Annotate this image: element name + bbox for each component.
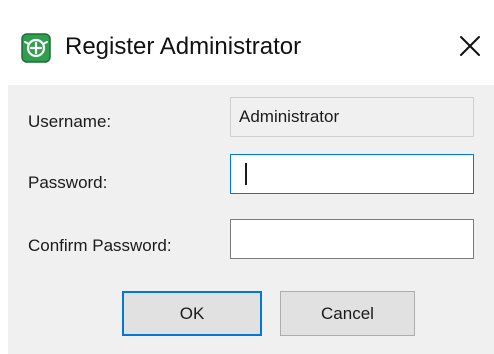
register-administrator-dialog: Register Administrator Username: Adminis…	[0, 0, 494, 354]
confirm-password-field[interactable]	[230, 219, 474, 259]
dialog-title: Register Administrator	[65, 33, 302, 60]
text-caret	[245, 163, 247, 185]
username-label: Username:	[28, 112, 112, 131]
close-button[interactable]	[448, 24, 492, 68]
username-field: Administrator	[230, 97, 474, 137]
title-bar[interactable]: Register Administrator	[0, 0, 494, 85]
app-badge-icon	[21, 33, 51, 63]
ok-button[interactable]: OK	[122, 291, 262, 336]
cancel-button[interactable]: Cancel	[280, 291, 415, 336]
close-icon	[460, 36, 480, 56]
confirm-password-label: Confirm Password:	[28, 236, 172, 255]
password-label: Password:	[28, 173, 108, 192]
username-value: Administrator	[239, 107, 340, 126]
password-field[interactable]	[230, 154, 474, 194]
